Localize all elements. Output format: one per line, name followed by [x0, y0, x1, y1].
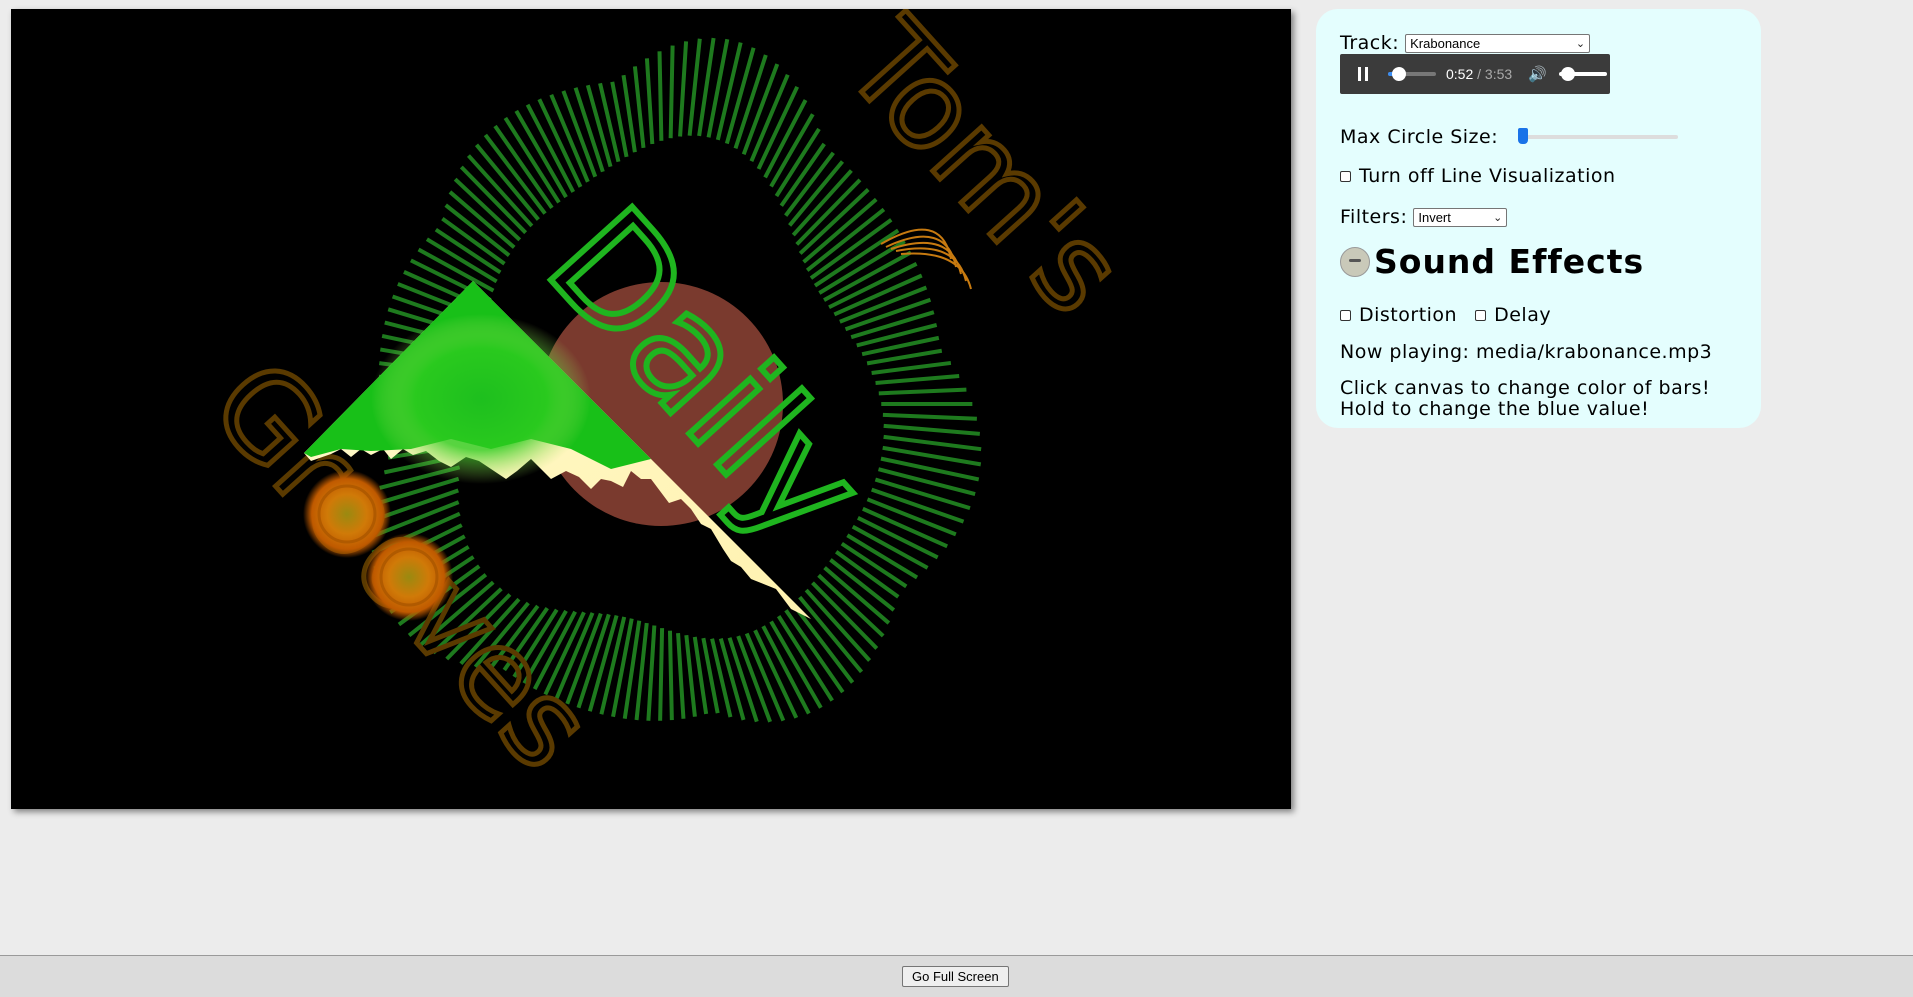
- volume-icon[interactable]: 🔊: [1528, 65, 1547, 83]
- track-select-value: Krabonance: [1410, 35, 1481, 51]
- go-full-screen-button[interactable]: Go Full Screen: [902, 966, 1009, 987]
- filters-label: Filters:: [1340, 206, 1408, 228]
- frequency-bar: [791, 169, 853, 237]
- line-viz-checkbox[interactable]: [1340, 170, 1351, 182]
- frequency-bar: [684, 635, 697, 717]
- volume-slider[interactable]: [1558, 67, 1607, 81]
- frequency-bar: [668, 45, 675, 139]
- frequency-bar: [811, 581, 879, 650]
- minus-icon: [1349, 259, 1361, 262]
- track-row: Track: Krabonance ⌄: [1340, 32, 1591, 54]
- max-circle-label: Max Circle Size:: [1340, 126, 1499, 148]
- now-playing: Now playing: media/krabonance.mp3: [1340, 341, 1713, 363]
- delay-label: Delay: [1494, 304, 1552, 326]
- distortion-checkbox[interactable]: [1340, 309, 1351, 321]
- frequency-bar: [883, 434, 982, 452]
- hint-line-1: Click canvas to change color of bars!: [1340, 377, 1711, 399]
- frequency-bar: [882, 412, 977, 421]
- frequency-bar: [658, 628, 665, 721]
- frequency-bar: [678, 41, 689, 137]
- logo-word-toms: Tom's: [819, 9, 1150, 340]
- sound-effects-title: Sound Effects: [1374, 242, 1645, 281]
- filters-select-value: Invert: [1418, 209, 1451, 225]
- line-viz-row: Turn off Line Visualization: [1340, 165, 1616, 187]
- visualizer-drawing[interactable]: Tom's Grooves Daily: [11, 9, 1291, 809]
- frequency-bar: [525, 103, 576, 193]
- chevron-down-icon: ⌄: [1493, 211, 1503, 224]
- page: Tom's Grooves Daily T: [0, 0, 1913, 997]
- frequency-bar: [676, 632, 686, 719]
- frequency-bar: [823, 566, 891, 625]
- track-label: Track:: [1340, 32, 1400, 54]
- sound-effects-toggle[interactable]: [1340, 246, 1370, 277]
- glow-orb-2: [365, 533, 453, 621]
- effects-row: Distortion Delay: [1340, 304, 1551, 326]
- time-separator: /: [1473, 66, 1485, 82]
- frequency-bar: [878, 387, 967, 396]
- audio-player: 0:52 / 3:53 🔊: [1340, 54, 1610, 94]
- frequency-bar: [788, 160, 845, 227]
- frequency-bar: [817, 573, 885, 638]
- duration: 3:53: [1484, 66, 1513, 82]
- chevron-down-icon: ⌄: [1575, 37, 1586, 50]
- line-viz-label: Turn off Line Visualization: [1359, 165, 1616, 187]
- frequency-bar: [883, 423, 981, 436]
- frequency-bar: [646, 625, 657, 721]
- current-time: 0:52: [1446, 66, 1474, 82]
- hint-line-2: Hold to change the blue value!: [1340, 398, 1650, 420]
- delay-checkbox[interactable]: [1475, 309, 1487, 321]
- frequency-bar: [644, 58, 655, 145]
- frequency-bar: [715, 42, 743, 141]
- glow-orb-1: [303, 470, 391, 558]
- visualizer-canvas[interactable]: Tom's Grooves Daily: [11, 9, 1291, 809]
- frequency-bar: [687, 38, 702, 136]
- frequency-bar: [871, 360, 952, 375]
- seek-slider[interactable]: [1388, 67, 1436, 81]
- max-circle-slider[interactable]: [1517, 128, 1679, 144]
- track-select[interactable]: Krabonance ⌄: [1405, 33, 1591, 53]
- pause-button[interactable]: [1350, 67, 1376, 81]
- frequency-bar: [667, 630, 674, 721]
- frequency-bar: [657, 51, 664, 141]
- max-circle-row: Max Circle Size:: [1340, 126, 1679, 148]
- filters-row: Filters: Invert ⌄: [1340, 206, 1508, 228]
- filters-select[interactable]: Invert ⌄: [1413, 207, 1508, 227]
- pause-icon: [1358, 67, 1361, 81]
- canvas-hint: Click canvas to change color of bars! Ho…: [1340, 378, 1760, 420]
- frequency-bar: [878, 467, 976, 496]
- distortion-label: Distortion: [1359, 304, 1458, 326]
- time-display: 0:52 / 3:53: [1446, 66, 1512, 82]
- frequency-bar: [632, 66, 646, 149]
- frequency-bar: [769, 620, 823, 709]
- footer-bar: Go Full Screen: [0, 955, 1913, 997]
- controls-panel: Track: Krabonance ⌄ 0:52 / 3:53 🔊 Max Ci…: [1316, 9, 1761, 428]
- sound-effects-header: Sound Effects: [1340, 242, 1644, 281]
- frequency-bar: [875, 373, 960, 385]
- frequency-bar: [448, 190, 516, 249]
